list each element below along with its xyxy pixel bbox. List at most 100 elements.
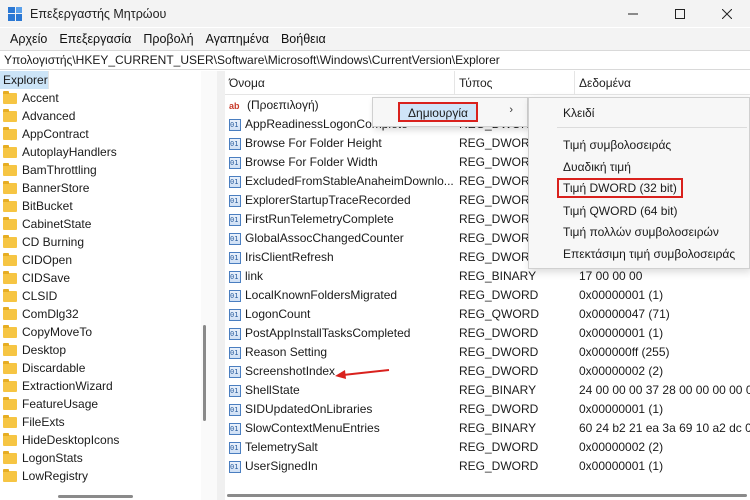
value-row[interactable]: LogonCount REG_QWORD 0x00000047 (71) xyxy=(225,305,750,324)
tree-item[interactable]: CLSID xyxy=(0,287,226,305)
value-row[interactable]: SlowContextMenuEntries REG_BINARY 60 24 b2… xyxy=(225,419,750,438)
folder-icon xyxy=(3,288,17,302)
submenu-item-multi-string-value[interactable]: Τιμή πολλών συμβολοσειρών xyxy=(563,222,719,242)
binary-value-icon xyxy=(229,306,241,324)
binary-value-icon xyxy=(229,116,241,134)
tree-item-label: CIDOpen xyxy=(22,253,73,267)
value-name: LogonCount xyxy=(245,307,311,321)
folder-icon xyxy=(3,360,17,374)
key-tree[interactable]: Explorer Accent Advanced AppContract Autopl… xyxy=(0,71,226,500)
tree-item[interactable]: Desktop xyxy=(0,341,226,359)
menu-help[interactable]: Βοήθεια xyxy=(275,32,332,46)
value-data: 0x00000001 (1) xyxy=(579,288,664,302)
binary-value-icon xyxy=(229,230,241,248)
value-name: GlobalAssocChangedCounter xyxy=(245,231,404,245)
tree-item[interactable]: Advanced xyxy=(0,107,226,125)
column-data-header[interactable]: Δεδομένα xyxy=(575,71,750,95)
value-row[interactable]: ShellState REG_BINARY 24 00 00 00 37 28 00… xyxy=(225,381,750,400)
tree-item[interactable]: BannerStore xyxy=(0,179,226,197)
tree-horizontal-scrollbar[interactable] xyxy=(58,495,133,498)
folder-icon xyxy=(3,450,17,464)
tree-item[interactable]: FeatureUsage xyxy=(0,395,226,413)
maximize-button[interactable] xyxy=(656,0,703,27)
folder-icon xyxy=(3,126,17,140)
tree-item-label: Accent xyxy=(22,91,59,105)
binary-value-icon xyxy=(229,154,241,172)
submenu-item-key[interactable]: Κλειδί xyxy=(563,103,594,123)
folder-icon xyxy=(3,252,17,266)
value-type: REG_DWORD xyxy=(459,459,539,473)
tree-item[interactable]: CIDOpen xyxy=(0,251,226,269)
value-row[interactable]: ScreenshotIndex REG_DWORD 0x00000002 (2) xyxy=(225,362,750,381)
folder-icon xyxy=(3,432,17,446)
submenu-item-string-value[interactable]: Τιμή συμβολοσειράς xyxy=(563,135,671,155)
new-menu-item[interactable]: Δημιουργία xyxy=(398,102,478,122)
folder-icon xyxy=(3,162,17,176)
address-bar[interactable]: Υπολογιστής\HKEY_CURRENT_USER\Software\M… xyxy=(0,50,750,70)
list-horizontal-scrollbar[interactable] xyxy=(227,494,747,497)
tree-item[interactable]: BamThrottling xyxy=(0,161,226,179)
tree-item[interactable]: Discardable xyxy=(0,359,226,377)
value-row[interactable]: TelemetrySalt REG_DWORD 0x00000002 (2) xyxy=(225,438,750,457)
tree-scrollbar-thumb[interactable] xyxy=(203,325,206,421)
binary-value-icon xyxy=(229,325,241,343)
binary-value-icon xyxy=(229,363,241,381)
minimize-button[interactable] xyxy=(609,0,656,27)
binary-value-icon xyxy=(229,382,241,400)
value-data: 0x00000001 (1) xyxy=(579,402,664,416)
tree-item[interactable]: AutoplayHandlers xyxy=(0,143,226,161)
tree-item-label: Discardable xyxy=(22,361,86,375)
menu-favorites[interactable]: Αγαπημένα xyxy=(200,32,275,46)
value-type: REG_QWORD xyxy=(459,307,540,321)
menu-file[interactable]: Αρχείο xyxy=(4,32,53,46)
menu-view[interactable]: Προβολή xyxy=(137,32,199,46)
submenu-item-dword-value[interactable]: Τιμή DWORD (32 bit) xyxy=(557,178,683,198)
folder-icon xyxy=(3,324,17,338)
submenu-item-binary-value[interactable]: Δυαδική τιμή xyxy=(563,157,631,177)
tree-item[interactable]: AppContract xyxy=(0,125,226,143)
tree-item[interactable]: CabinetState xyxy=(0,215,226,233)
value-row[interactable]: link REG_BINARY 17 00 00 00 xyxy=(225,267,750,286)
tree-item[interactable]: CD Burning xyxy=(0,233,226,251)
value-row[interactable]: Reason Setting REG_DWORD 0x000000ff (255) xyxy=(225,343,750,362)
value-row[interactable]: LocalKnownFoldersMigrated REG_DWORD 0x0000… xyxy=(225,286,750,305)
value-row[interactable]: UserSignedIn REG_DWORD 0x00000001 (1) xyxy=(225,457,750,476)
value-name: IrisClientRefresh xyxy=(245,250,334,264)
value-row[interactable]: PostAppInstallTasksCompleted REG_DWORD 0x0… xyxy=(225,324,750,343)
value-name: link xyxy=(245,269,264,283)
binary-value-icon xyxy=(229,458,241,476)
tree-item[interactable]: FileExts xyxy=(0,413,226,431)
close-button[interactable] xyxy=(703,0,750,27)
tree-item-label: CLSID xyxy=(22,289,58,303)
value-name: TelemetrySalt xyxy=(245,440,318,454)
value-data: 0x00000001 (1) xyxy=(579,326,664,340)
tree-selected-key[interactable]: Explorer xyxy=(0,71,49,89)
tree-item[interactable]: BitBucket xyxy=(0,197,226,215)
tree-item[interactable]: CopyMoveTo xyxy=(0,323,226,341)
folder-icon xyxy=(3,414,17,428)
column-name-header[interactable]: Όνομα xyxy=(225,71,455,95)
tree-item[interactable]: HideDesktopIcons xyxy=(0,431,226,449)
tree-item[interactable]: LogonStats xyxy=(0,449,226,467)
tree-item[interactable]: LowRegistry xyxy=(0,467,226,485)
folder-icon xyxy=(3,216,17,230)
value-type: REG_BINARY xyxy=(459,383,537,397)
value-type: REG_DWORD xyxy=(459,288,539,302)
value-row[interactable]: SIDUpdatedOnLibraries REG_DWORD 0x00000001… xyxy=(225,400,750,419)
tree-item[interactable]: ComDlg32 xyxy=(0,305,226,323)
binary-value-icon xyxy=(229,401,241,419)
tree-item-label: FeatureUsage xyxy=(22,397,99,411)
value-name: UserSignedIn xyxy=(245,459,318,473)
tree-item[interactable]: Accent xyxy=(0,89,226,107)
menu-edit[interactable]: Επεξεργασία xyxy=(53,32,137,46)
submenu-item-expandable-string-value[interactable]: Επεκτάσιμη τιμή συμβολοσειράς xyxy=(563,244,735,264)
binary-value-icon xyxy=(229,211,241,229)
new-submenu: Κλειδί Τιμή συμβολοσειράς Δυαδική τιμή Τ… xyxy=(528,97,750,269)
tree-item[interactable]: ExtractionWizard xyxy=(0,377,226,395)
value-data: 60 24 b2 21 ea 3a 69 10 a2 dc 08 00 xyxy=(579,421,750,435)
tree-item-label: CabinetState xyxy=(22,217,92,231)
tree-item[interactable]: CIDSave xyxy=(0,269,226,287)
column-type-header[interactable]: Τύπος xyxy=(455,71,575,95)
submenu-item-qword-value[interactable]: Τιμή QWORD (64 bit) xyxy=(563,201,677,221)
pane-splitter[interactable] xyxy=(217,71,225,500)
